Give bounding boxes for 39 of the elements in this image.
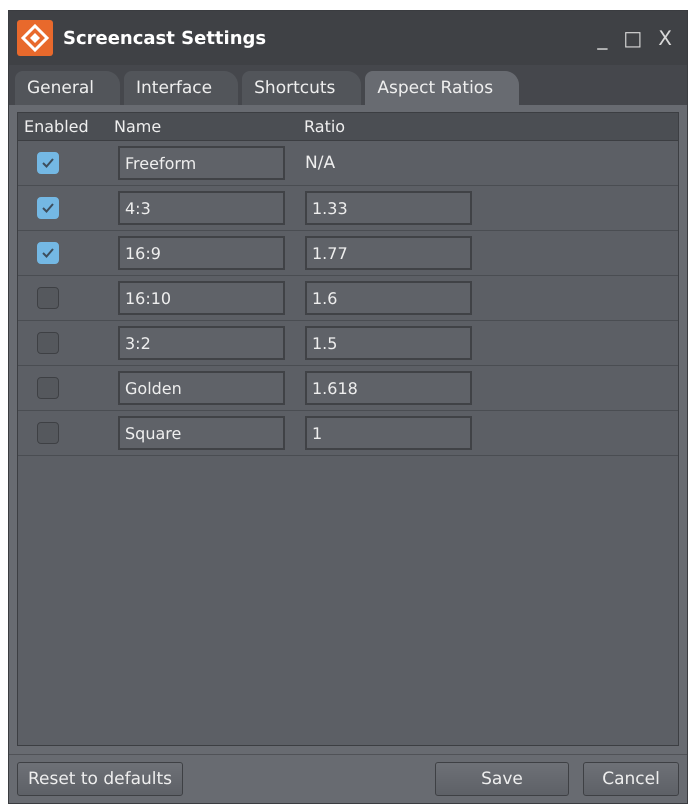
app-logo-icon (17, 20, 53, 56)
cancel-button[interactable]: Cancel (583, 762, 679, 796)
name-field[interactable]: 3:2 (118, 326, 285, 360)
checkbox[interactable] (37, 377, 59, 399)
ratio-field[interactable]: 1 (305, 416, 472, 450)
ratio-field[interactable]: 1.77 (305, 236, 472, 270)
checkbox[interactable] (37, 287, 59, 309)
tab[interactable]: Interface (124, 71, 238, 105)
maximize-button[interactable]: □ (620, 26, 646, 50)
checkbox[interactable] (37, 242, 59, 264)
column-header: Ratio (303, 117, 346, 136)
reset-button[interactable]: Reset to defaults (17, 762, 183, 796)
column-header: Name (113, 117, 162, 136)
checkbox[interactable] (37, 332, 59, 354)
name-field[interactable]: Golden (118, 371, 285, 405)
checkbox[interactable] (37, 422, 59, 444)
name-field[interactable]: Square (118, 416, 285, 450)
tab[interactable]: Aspect Ratios (365, 71, 520, 105)
ratio-field[interactable]: 1.6 (305, 281, 472, 315)
checkbox[interactable] (37, 197, 59, 219)
name-field[interactable]: 16:10 (118, 281, 285, 315)
column-header: Enabled (23, 117, 90, 136)
ratio-field[interactable]: 1.5 (305, 326, 472, 360)
tab[interactable]: General (15, 71, 120, 105)
check-icon (41, 247, 55, 259)
window-title: Screencast Settings (63, 28, 268, 48)
check-icon (41, 157, 55, 169)
name-field[interactable]: 16:9 (118, 236, 285, 270)
check-icon (41, 202, 55, 214)
ratio-field[interactable]: 1.618 (305, 371, 472, 405)
checkbox[interactable] (37, 152, 59, 174)
minimize-button[interactable]: _ (594, 26, 610, 50)
ratio-text: N/A (305, 153, 336, 173)
save-button[interactable]: Save (435, 762, 569, 796)
close-button[interactable]: X (655, 26, 675, 50)
name-field[interactable]: 4:3 (118, 191, 285, 225)
tab[interactable]: Shortcuts (242, 71, 362, 105)
name-field[interactable]: Freeform (118, 146, 285, 180)
ratio-field[interactable]: 1.33 (305, 191, 472, 225)
